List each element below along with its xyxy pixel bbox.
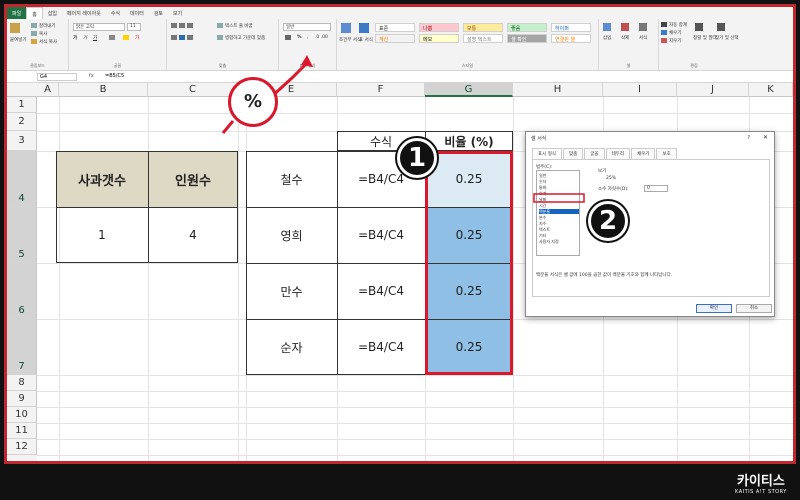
logo: 카이티스 KAITIS A!T STORY	[735, 470, 787, 495]
step-1-badge: 1	[397, 138, 437, 178]
percent-arrow-tail	[221, 120, 235, 134]
percent-callout: %	[228, 77, 278, 127]
screenshot-frame: 파일 홈 삽입 페이지 레이아웃 수식 데이터 검토 보기 붙여넣기 잘라내기 …	[0, 0, 800, 500]
excel-window: 파일 홈 삽입 페이지 레이아웃 수식 데이터 검토 보기 붙여넣기 잘라내기 …	[4, 4, 796, 464]
percent-category-highlight	[533, 193, 585, 203]
step-2-badge: 2	[588, 201, 628, 241]
logo-subtext: KAITIS A!T STORY	[735, 489, 787, 495]
logo-text: 카이티스	[736, 474, 785, 489]
arrow-head-icon	[301, 55, 313, 67]
callout-arrows	[221, 55, 585, 203]
